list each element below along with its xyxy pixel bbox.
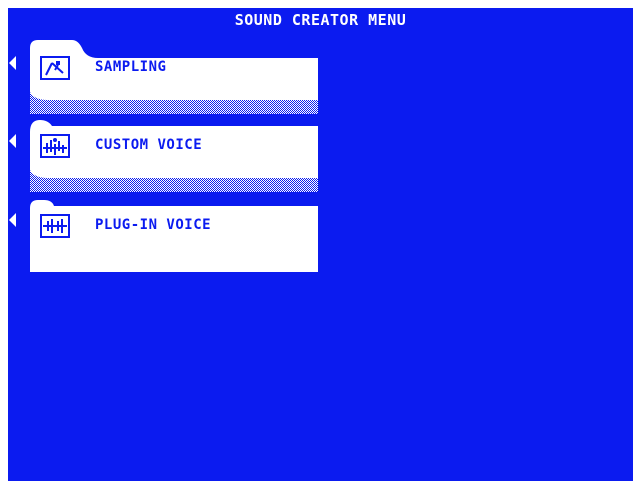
menu-item-sampling[interactable]: SAMPLING bbox=[28, 36, 320, 114]
page-title: SOUND CREATOR MENU bbox=[234, 11, 407, 29]
menu-item-label: PLUG-IN VOICE bbox=[95, 217, 212, 233]
menu-item-custom-voice[interactable]: CUSTOM VOICE bbox=[28, 114, 320, 192]
selection-arrow-icon bbox=[9, 56, 16, 70]
selection-arrow-icon bbox=[9, 134, 16, 148]
plug-in-voice-icon bbox=[40, 214, 70, 238]
sampling-icon bbox=[40, 56, 70, 80]
sound-creator-screen: SOUND CREATOR MENU SAMPLING CUSTOM VOICE… bbox=[8, 8, 633, 481]
menu-item-label: CUSTOM VOICE bbox=[95, 137, 203, 153]
custom-voice-icon bbox=[40, 134, 70, 158]
menu-item-plug-in-voice[interactable]: PLUG-IN VOICE bbox=[28, 194, 320, 272]
tab-background bbox=[30, 40, 318, 114]
menu-item-label: SAMPLING bbox=[95, 59, 167, 75]
selection-arrow-icon bbox=[9, 213, 16, 227]
